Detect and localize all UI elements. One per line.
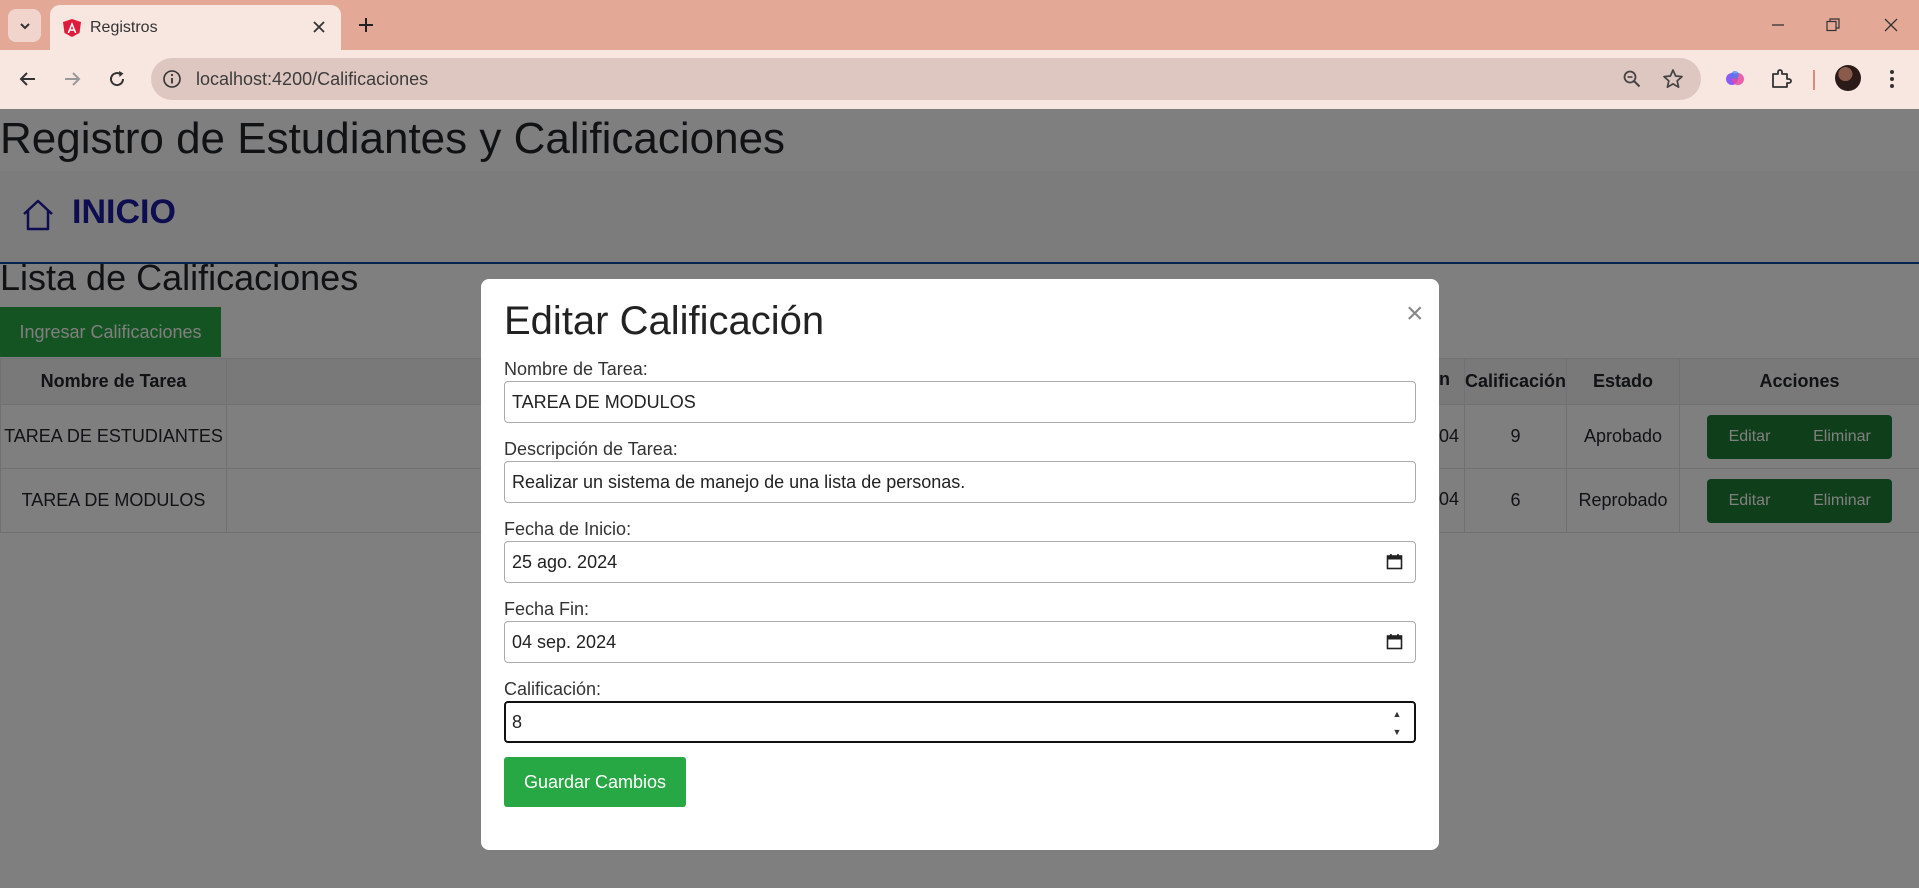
star-icon bbox=[1663, 69, 1683, 89]
browser-menu-button[interactable] bbox=[1876, 63, 1908, 95]
new-tab-button[interactable] bbox=[353, 12, 379, 38]
browser-tab[interactable]: Registros bbox=[50, 5, 341, 50]
restore-button[interactable] bbox=[1813, 10, 1853, 40]
grade-spinner[interactable]: ▲ ▼ bbox=[1390, 709, 1404, 737]
zoom-icon bbox=[1623, 70, 1641, 88]
spin-up-icon[interactable]: ▲ bbox=[1393, 709, 1402, 719]
end-date-input[interactable]: 04 sep. 2024 bbox=[504, 621, 1416, 663]
browser-tabstrip: Registros bbox=[0, 0, 1919, 50]
extension-icon bbox=[1726, 71, 1744, 85]
avatar[interactable] bbox=[1835, 65, 1861, 91]
tab-close-button[interactable] bbox=[309, 17, 329, 37]
toolbar-separator bbox=[1813, 70, 1815, 90]
minimize-button[interactable] bbox=[1758, 10, 1798, 40]
grade-label: Calificación: bbox=[504, 679, 602, 699]
angular-icon bbox=[63, 19, 81, 37]
start-date-value: 25 ago. 2024 bbox=[512, 552, 618, 572]
edit-grade-modal: Editar Calificación × Nombre de Tarea: T… bbox=[481, 279, 1439, 850]
more-vert-icon bbox=[1890, 70, 1894, 88]
reload-button[interactable] bbox=[101, 63, 133, 95]
task-name-value: TAREA DE MODULOS bbox=[512, 392, 696, 412]
start-date-label: Fecha de Inicio: bbox=[504, 519, 632, 539]
url-text[interactable]: localhost:4200/Calificaciones bbox=[196, 69, 428, 90]
save-changes-button[interactable]: Guardar Cambios bbox=[504, 757, 686, 807]
spin-down-icon[interactable]: ▼ bbox=[1393, 727, 1402, 737]
tab-list-button[interactable] bbox=[8, 9, 41, 42]
reload-icon bbox=[110, 71, 125, 87]
page-content: Registro de Estudiantes y Calificaciones… bbox=[0, 109, 1919, 888]
start-date-input[interactable]: 25 ago. 2024 bbox=[504, 541, 1416, 583]
minimize-icon bbox=[1772, 24, 1784, 26]
window-close-button[interactable] bbox=[1871, 10, 1911, 40]
calendar-icon[interactable] bbox=[1386, 553, 1403, 570]
modal-close-button[interactable]: × bbox=[1406, 299, 1424, 329]
forward-icon bbox=[65, 72, 81, 86]
task-description-input[interactable]: Realizar un sistema de manejo de una lis… bbox=[504, 461, 1416, 503]
calendar-icon[interactable] bbox=[1386, 633, 1403, 650]
task-description-value: Realizar un sistema de manejo de una lis… bbox=[512, 472, 966, 492]
address-bar[interactable]: localhost:4200/Calificaciones bbox=[151, 58, 1701, 100]
grade-value: 8 bbox=[512, 712, 523, 732]
modal-title: Editar Calificación bbox=[504, 299, 825, 343]
task-description-label: Descripción de Tarea: bbox=[504, 439, 678, 459]
end-date-label: Fecha Fin: bbox=[504, 599, 590, 619]
zoom-button[interactable] bbox=[1620, 67, 1644, 91]
extensions-menu-button[interactable] bbox=[1765, 63, 1797, 95]
grade-input[interactable]: 8 ▲ ▼ bbox=[504, 701, 1416, 743]
bookmark-button[interactable] bbox=[1661, 67, 1685, 91]
puzzle-icon bbox=[1772, 69, 1792, 88]
tab-title: Registros bbox=[90, 19, 158, 36]
close-icon bbox=[313, 21, 325, 33]
extension-button[interactable] bbox=[1719, 63, 1751, 95]
tab-list-icon bbox=[19, 22, 30, 29]
back-button[interactable] bbox=[12, 63, 44, 95]
forward-button[interactable] bbox=[56, 63, 88, 95]
restore-icon bbox=[1826, 18, 1840, 32]
site-info-button[interactable] bbox=[161, 68, 183, 90]
task-name-input[interactable]: TAREA DE MODULOS bbox=[504, 381, 1416, 423]
plus-icon bbox=[359, 18, 373, 32]
info-icon bbox=[163, 70, 181, 88]
task-name-label: Nombre de Tarea: bbox=[504, 359, 648, 379]
back-icon bbox=[19, 72, 35, 86]
end-date-value: 04 sep. 2024 bbox=[512, 632, 617, 652]
window-close-icon bbox=[1884, 18, 1898, 32]
browser-toolbar: localhost:4200/Calificaciones bbox=[0, 50, 1919, 109]
